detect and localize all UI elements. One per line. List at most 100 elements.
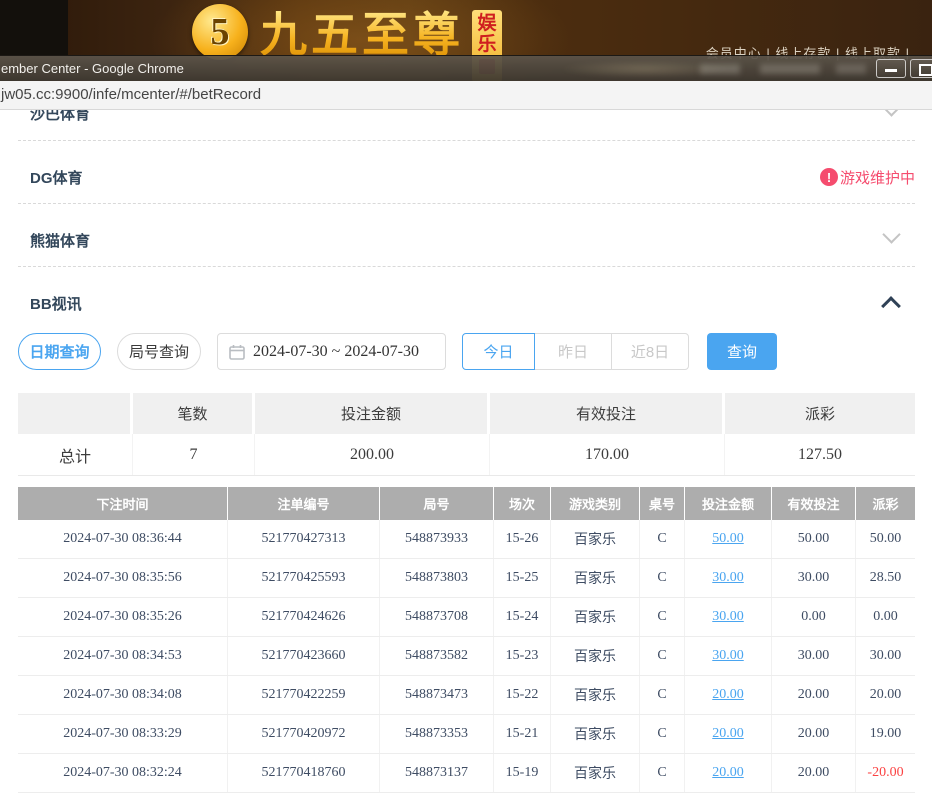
bet-cell: 15-23	[494, 637, 551, 675]
bet-cell: 548873353	[380, 715, 494, 753]
bet-cell: 30.00	[685, 559, 772, 597]
bet-cell: 2024-07-30 08:34:53	[18, 637, 228, 675]
bet-cell: 521770420972	[228, 715, 380, 753]
bet-cell: 20.00	[685, 754, 772, 792]
bet-amount-link[interactable]: 50.00	[712, 531, 744, 547]
bet-cell: 20.00	[772, 715, 856, 753]
bet-cell: 20.00	[772, 676, 856, 714]
summary-header-cell: 派彩	[725, 393, 915, 434]
bet-row: 2024-07-30 08:35:26521770424626548873708…	[18, 598, 915, 637]
bet-record-table: 下注时间注单编号局号场次游戏类别桌号投注金额有效投注派彩 2024-07-30 …	[18, 487, 915, 793]
accordion-bb-live[interactable]: BB视讯	[0, 277, 932, 329]
bet-table-header: 下注时间注单编号局号场次游戏类别桌号投注金额有效投注派彩	[18, 487, 915, 520]
accordion-panda-sports[interactable]: 熊猫体育	[0, 214, 932, 266]
bet-column-header: 游戏类别	[551, 487, 640, 520]
bet-row: 2024-07-30 08:34:08521770422259548873473…	[18, 676, 915, 715]
bet-column-header: 派彩	[856, 487, 915, 520]
summary-header-cell	[18, 393, 133, 434]
search-button[interactable]: 查询	[707, 333, 777, 370]
bet-cell: 50.00	[685, 520, 772, 558]
bet-amount-link[interactable]: 30.00	[712, 570, 744, 586]
bet-cell: 2024-07-30 08:34:08	[18, 676, 228, 714]
bet-column-header: 桌号	[640, 487, 685, 520]
bet-cell: 548873933	[380, 520, 494, 558]
maintenance-badge: ! 游戏维护中	[820, 151, 915, 203]
bet-column-header: 下注时间	[18, 487, 228, 520]
bet-cell: 百家乐	[551, 559, 640, 597]
logo-badge-char: 娱	[477, 13, 496, 34]
bet-column-header: 局号	[380, 487, 494, 520]
maximize-button[interactable]	[910, 59, 932, 78]
window-titlebar: ember Center - Google Chrome	[0, 55, 932, 81]
bet-cell: 548873473	[380, 676, 494, 714]
bet-cell: 548873708	[380, 598, 494, 636]
bet-cell: 15-21	[494, 715, 551, 753]
last8days-button[interactable]: 近8日	[611, 333, 689, 370]
bet-cell: C	[640, 676, 685, 714]
round-query-tab[interactable]: 局号查询	[117, 333, 201, 370]
bet-cell: 30.00	[772, 559, 856, 597]
bet-cell: 50.00	[772, 520, 856, 558]
date-range-value: 2024-07-30 ~ 2024-07-30	[253, 343, 419, 361]
bet-cell: 百家乐	[551, 715, 640, 753]
bet-cell: 0.00	[772, 598, 856, 636]
bet-cell: 2024-07-30 08:33:29	[18, 715, 228, 753]
bet-amount-link[interactable]: 20.00	[712, 765, 744, 781]
bet-cell: -20.00	[856, 754, 915, 792]
accordion-label: DG体育	[30, 167, 83, 188]
accordion-label: BB视讯	[30, 293, 82, 314]
date-query-tab[interactable]: 日期查询	[18, 333, 101, 370]
summary-cell: 总计	[18, 434, 133, 475]
summary-table: 笔数 投注金额 有效投注 派彩 总计 7 200.00 170.00 127.5…	[18, 393, 915, 476]
window-title: ember Center - Google Chrome	[1, 61, 184, 76]
bet-cell: 2024-07-30 08:36:44	[18, 520, 228, 558]
page-content: 沙巴体育 DG体育 ! 游戏维护中 熊猫体育 BB视讯 日期查询 局号查询 20…	[0, 81, 932, 805]
bet-cell: 28.50	[856, 559, 915, 597]
summary-cell: 127.50	[725, 434, 915, 475]
bet-cell: C	[640, 520, 685, 558]
today-button[interactable]: 今日	[462, 333, 535, 370]
accordion-dg-sports[interactable]: DG体育 ! 游戏维护中	[0, 151, 932, 203]
address-bar[interactable]: jw05.cc:9900/infe/mcenter/#/betRecord	[0, 81, 932, 110]
minimize-button[interactable]	[876, 59, 906, 78]
blurred-nav-item	[836, 64, 866, 74]
blurred-nav-item	[700, 64, 740, 74]
bet-cell: 0.00	[856, 598, 915, 636]
bet-cell: 15-26	[494, 520, 551, 558]
bet-cell: C	[640, 637, 685, 675]
bet-row: 2024-07-30 08:33:29521770420972548873353…	[18, 715, 915, 754]
bet-amount-link[interactable]: 20.00	[712, 726, 744, 742]
summary-header-row: 笔数 投注金额 有效投注 派彩	[18, 393, 915, 434]
bet-cell: C	[640, 715, 685, 753]
bet-amount-link[interactable]: 20.00	[712, 687, 744, 703]
divider	[18, 203, 915, 204]
maintenance-text: 游戏维护中	[840, 167, 915, 188]
divider	[18, 140, 915, 141]
chevron-up-icon	[881, 296, 901, 316]
bet-cell: 百家乐	[551, 676, 640, 714]
bet-column-header: 有效投注	[772, 487, 856, 520]
bet-table-body: 2024-07-30 08:36:44521770427313548873933…	[18, 520, 915, 793]
logo-number: 5	[211, 10, 230, 54]
bet-amount-link[interactable]: 30.00	[712, 648, 744, 664]
minimize-icon	[885, 69, 897, 72]
bet-cell: 15-24	[494, 598, 551, 636]
bet-cell: 521770423660	[228, 637, 380, 675]
bet-cell: 15-22	[494, 676, 551, 714]
bet-cell: 15-19	[494, 754, 551, 792]
bet-cell: 521770418760	[228, 754, 380, 792]
bet-cell: 548873137	[380, 754, 494, 792]
blurred-nav-item	[760, 64, 820, 74]
bet-amount-link[interactable]: 30.00	[712, 609, 744, 625]
date-range-input[interactable]: 2024-07-30 ~ 2024-07-30	[217, 333, 446, 370]
calendar-icon	[229, 344, 245, 360]
bet-row: 2024-07-30 08:32:24521770418760548873137…	[18, 754, 915, 793]
bet-cell: C	[640, 559, 685, 597]
maximize-icon	[919, 64, 932, 76]
bet-cell: 19.00	[856, 715, 915, 753]
bet-cell: 百家乐	[551, 598, 640, 636]
bet-cell: C	[640, 598, 685, 636]
logo-badge-char: 乐	[477, 34, 496, 55]
yesterday-button[interactable]: 昨日	[534, 333, 612, 370]
summary-cell: 200.00	[255, 434, 490, 475]
